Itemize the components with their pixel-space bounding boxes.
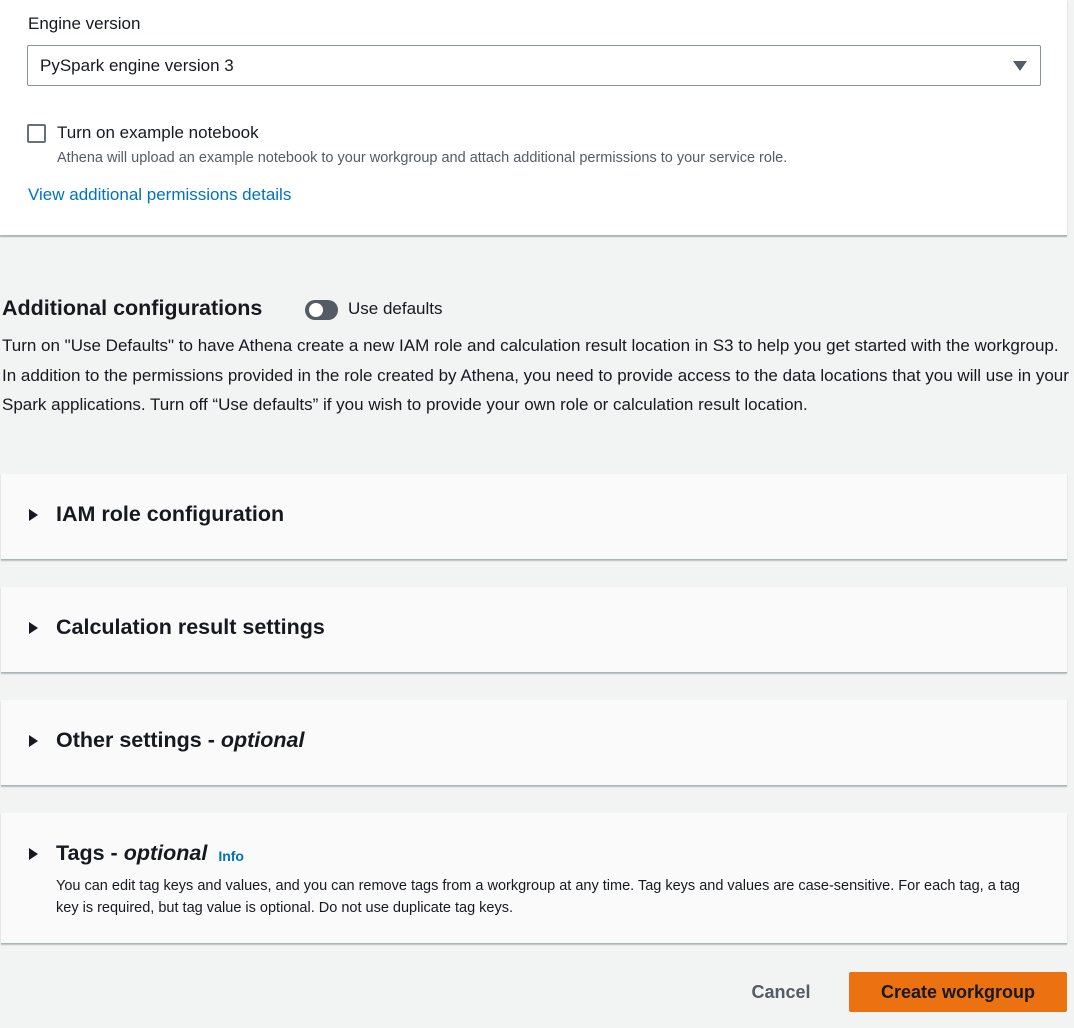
use-defaults-label[interactable]: Use defaults (348, 299, 443, 319)
caret-right-icon (29, 508, 38, 521)
create-workgroup-button[interactable]: Create workgroup (849, 972, 1067, 1012)
iam-role-expander[interactable]: IAM role configuration (29, 502, 284, 527)
tags-description: You can edit tag keys and values, and yo… (56, 878, 1020, 916)
cancel-button[interactable]: Cancel (736, 972, 826, 1012)
calculation-result-section: Calculation result settings (1, 587, 1067, 673)
tags-optional: optional (123, 841, 208, 865)
engine-version-label: Engine version (28, 14, 141, 33)
other-settings-title-text: Other settings - (56, 728, 221, 752)
iam-role-title: IAM role configuration (56, 502, 285, 526)
tags-info-link[interactable]: Info (218, 848, 244, 864)
other-settings-optional: optional (220, 728, 305, 752)
additional-configurations-description: Turn on "Use Defaults" to have Athena cr… (2, 336, 1069, 414)
caret-right-icon (29, 847, 38, 860)
additional-configurations-heading: Additional configurations (2, 296, 263, 320)
tags-section: Tags - optional Info You can edit tag ke… (1, 813, 1067, 944)
view-permissions-link[interactable]: View additional permissions details (28, 185, 291, 205)
caret-down-icon (1013, 61, 1027, 71)
caret-right-icon (29, 621, 38, 634)
example-notebook-label[interactable]: Turn on example notebook (57, 123, 259, 143)
other-settings-expander[interactable]: Other settings - optional (29, 728, 304, 753)
tags-expander[interactable]: Tags - optional Info (29, 841, 244, 866)
example-notebook-checkbox[interactable] (27, 124, 46, 143)
tags-title: Tags - optional (56, 841, 207, 866)
other-settings-title: Other settings - optional (56, 728, 304, 753)
use-defaults-toggle[interactable] (305, 300, 338, 320)
engine-version-select[interactable]: PySpark engine version 3 (27, 45, 1041, 86)
iam-role-section: IAM role configuration (1, 474, 1067, 560)
engine-version-value: PySpark engine version 3 (40, 55, 234, 75)
toggle-knob (309, 303, 323, 317)
example-notebook-description: Athena will upload an example notebook t… (57, 150, 788, 166)
other-settings-section: Other settings - optional (1, 700, 1067, 786)
calculation-result-title: Calculation result settings (56, 615, 325, 639)
engine-settings-card: Engine version PySpark engine version 3 … (0, 0, 1067, 236)
calculation-result-expander[interactable]: Calculation result settings (29, 615, 325, 640)
caret-right-icon (29, 734, 38, 747)
tags-title-text: Tags - (56, 841, 124, 865)
